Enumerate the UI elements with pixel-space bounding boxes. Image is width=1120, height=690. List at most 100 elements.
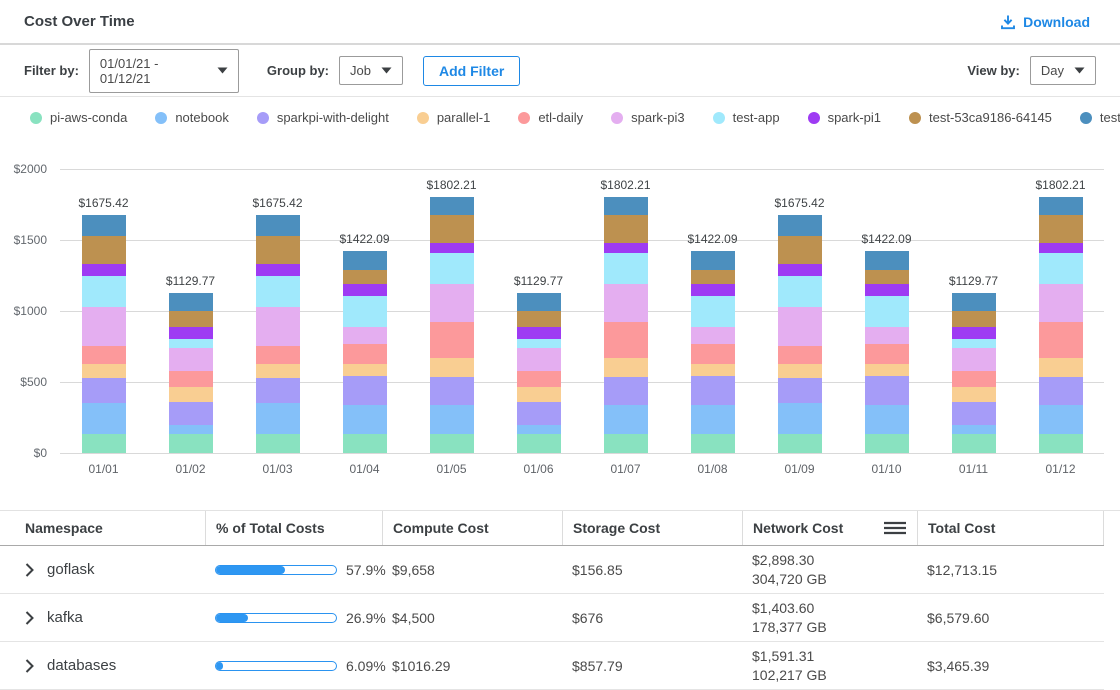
legend-item-spark-pi3[interactable]: spark-pi3 [611,110,684,125]
bar-segment-test-pkix[interactable] [169,293,213,312]
bar-segment-spark-pi3[interactable] [865,327,909,344]
bar-segment-parallel-1[interactable] [82,364,126,378]
bar-segment-test-app[interactable] [691,296,735,327]
bar-segment-sparkpi-with-delight[interactable] [169,402,213,425]
bar-segment-parallel-1[interactable] [865,364,909,376]
bar-segment-parallel-1[interactable] [343,364,387,376]
bar-segment-test-53ca9186-64145[interactable] [952,311,996,326]
bar-segment-etl-daily[interactable] [82,346,126,365]
legend-item-etl-daily[interactable]: etl-daily [518,110,583,125]
bar-segment-notebook[interactable] [865,405,909,435]
bar-segment-sparkpi-with-delight[interactable] [517,402,561,425]
bar-segment-spark-pi1[interactable] [517,327,561,340]
bar-segment-parallel-1[interactable] [517,387,561,401]
bar-segment-test-pkix[interactable] [517,293,561,312]
bar-segment-etl-daily[interactable] [865,344,909,364]
bar-segment-test-53ca9186-64145[interactable] [1039,215,1083,242]
bar-segment-test-pkix[interactable] [691,251,735,270]
bar-segment-spark-pi3[interactable] [343,327,387,344]
bar-segment-test-app[interactable] [604,253,648,284]
column-header-network-cost[interactable]: Network Cost [742,511,917,545]
bar-segment-parallel-1[interactable] [256,364,300,378]
column-header-storage-cost[interactable]: Storage Cost [562,511,742,545]
bar-segment-sparkpi-with-delight[interactable] [430,377,474,406]
bar-segment-etl-daily[interactable] [517,371,561,387]
bar-segment-spark-pi1[interactable] [865,284,909,295]
bar-segment-test-53ca9186-64145[interactable] [169,311,213,326]
bar-segment-spark-pi1[interactable] [82,264,126,276]
bar-segment-test-app[interactable] [517,339,561,348]
bar-segment-notebook[interactable] [778,403,822,434]
bar-segment-spark-pi3[interactable] [82,307,126,345]
bar-segment-pi-aws-conda[interactable] [517,434,561,453]
bar-segment-test-53ca9186-64145[interactable] [517,311,561,326]
bar-segment-test-53ca9186-64145[interactable] [430,215,474,242]
bar-segment-test-app[interactable] [82,276,126,308]
namespace-cell[interactable]: databases [0,657,205,674]
bar-segment-test-53ca9186-64145[interactable] [256,236,300,264]
column-header-percent-of-total-costs[interactable]: % of Total Costs [205,511,382,545]
bar-segment-spark-pi1[interactable] [256,264,300,276]
bar-segment-notebook[interactable] [952,425,996,434]
chevron-right-icon[interactable] [25,563,34,577]
bar-segment-pi-aws-conda[interactable] [256,434,300,453]
date-range-dropdown[interactable]: 01/01/21 - 01/12/21 [89,49,239,93]
bar-segment-test-53ca9186-64145[interactable] [691,270,735,285]
bar-segment-etl-daily[interactable] [256,346,300,365]
bar-segment-test-pkix[interactable] [865,251,909,270]
bar-segment-sparkpi-with-delight[interactable] [865,376,909,405]
bar-segment-spark-pi1[interactable] [430,243,474,254]
bar-segment-test-pkix[interactable] [430,197,474,215]
bar-segment-sparkpi-with-delight[interactable] [952,402,996,425]
bar-segment-spark-pi3[interactable] [952,348,996,371]
chevron-right-icon[interactable] [25,659,34,673]
add-filter-button[interactable]: Add Filter [423,56,520,86]
bar-segment-notebook[interactable] [604,405,648,434]
bar-segment-etl-daily[interactable] [952,371,996,387]
bar-segment-sparkpi-with-delight[interactable] [604,377,648,406]
bar-segment-test-app[interactable] [256,276,300,308]
bar-segment-spark-pi1[interactable] [691,284,735,295]
legend-item-sparkpi-with-delight[interactable]: sparkpi-with-delight [257,110,389,125]
bar-segment-parallel-1[interactable] [169,387,213,401]
bar-segment-notebook[interactable] [691,405,735,435]
bar-segment-notebook[interactable] [169,425,213,434]
bar-segment-sparkpi-with-delight[interactable] [343,376,387,405]
menu-icon[interactable] [883,521,907,535]
bar-segment-sparkpi-with-delight[interactable] [778,378,822,404]
bar-segment-pi-aws-conda[interactable] [778,434,822,453]
bar-segment-test-pkix[interactable] [343,251,387,270]
bar-segment-spark-pi3[interactable] [517,348,561,371]
namespace-cell[interactable]: kafka [0,609,205,626]
legend-item-test-53ca9186-64145[interactable]: test-53ca9186-64145 [909,110,1052,125]
bar-segment-spark-pi1[interactable] [778,264,822,276]
bar-segment-parallel-1[interactable] [604,358,648,376]
bar-segment-test-53ca9186-64145[interactable] [778,236,822,264]
bar-segment-spark-pi3[interactable] [691,327,735,344]
group-by-dropdown[interactable]: Job [339,56,403,85]
legend-item-test-pkix[interactable]: test-pkix [1080,110,1120,125]
bar-segment-pi-aws-conda[interactable] [1039,434,1083,453]
bar-segment-test-app[interactable] [343,296,387,327]
bar-segment-etl-daily[interactable] [343,344,387,364]
chevron-right-icon[interactable] [25,611,34,625]
bar-segment-pi-aws-conda[interactable] [430,434,474,453]
bar-segment-etl-daily[interactable] [691,344,735,364]
bar-segment-test-app[interactable] [865,296,909,327]
legend-item-spark-pi1[interactable]: spark-pi1 [808,110,881,125]
bar-segment-parallel-1[interactable] [1039,358,1083,376]
legend-item-test-app[interactable]: test-app [713,110,780,125]
bar-segment-etl-daily[interactable] [430,322,474,359]
legend-item-notebook[interactable]: notebook [155,110,229,125]
column-header-total-cost[interactable]: Total Cost [917,511,1104,545]
bar-segment-sparkpi-with-delight[interactable] [256,378,300,404]
bar-segment-etl-daily[interactable] [1039,322,1083,359]
bar-segment-spark-pi1[interactable] [1039,243,1083,254]
bar-segment-parallel-1[interactable] [691,364,735,376]
legend-item-pi-aws-conda[interactable]: pi-aws-conda [30,110,127,125]
bar-segment-pi-aws-conda[interactable] [865,434,909,453]
bar-segment-test-53ca9186-64145[interactable] [82,236,126,264]
download-button[interactable]: Download [994,13,1096,31]
bar-segment-test-app[interactable] [430,253,474,284]
bar-segment-sparkpi-with-delight[interactable] [82,378,126,404]
